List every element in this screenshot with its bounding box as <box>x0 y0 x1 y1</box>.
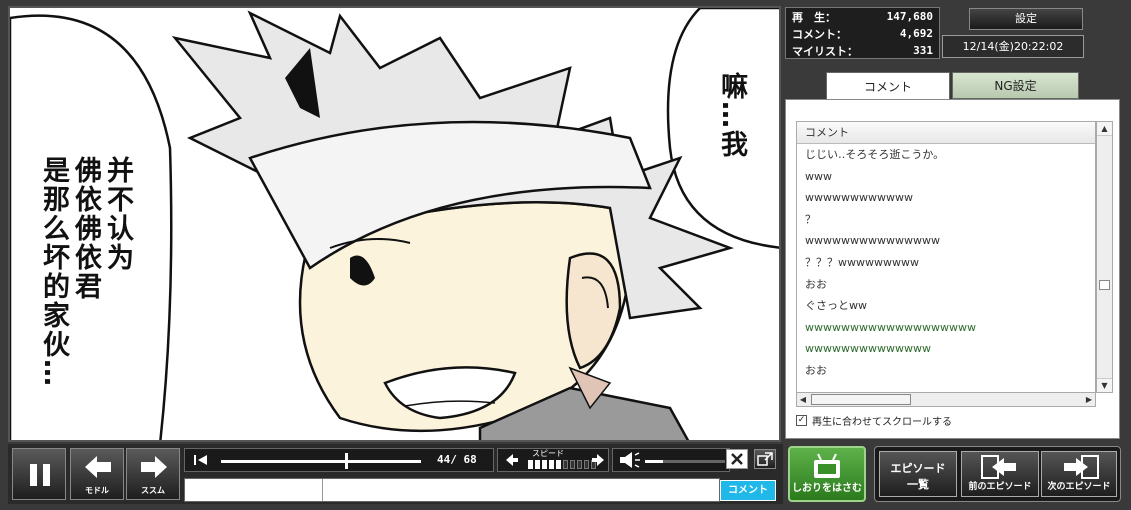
prev-episode-icon <box>981 455 1016 479</box>
comment-row[interactable]: おお <box>797 274 1095 296</box>
stat-play-label: 再 生： <box>792 10 836 24</box>
speed-bar-segment[interactable] <box>570 460 575 469</box>
dialogue-left-col1: 并不认为 <box>102 156 134 272</box>
comment-vertical-scrollbar[interactable]: ▲ ▼ <box>1096 121 1113 393</box>
comment-row[interactable]: おお <box>797 360 1095 382</box>
comment-row[interactable]: wwwwwwwwwwwwww <box>797 338 1095 360</box>
episode-list-label-2: 一覧 <box>907 478 929 491</box>
comment-row[interactable]: www <box>797 166 1095 188</box>
comment-submit-button[interactable]: コメント <box>720 480 776 501</box>
fullscreen-button[interactable] <box>754 449 776 469</box>
datetime-display: 12/14(金)20:22:02 <box>942 35 1084 58</box>
speed-bar-segment[interactable] <box>528 460 533 469</box>
manga-viewer[interactable]: 并不认为 佛依佛依君 是那么坏的家伙… 嘛…我 <box>8 6 781 442</box>
episode-navigation: エピソード 一覧 前のエピソード 次のエピソード <box>874 446 1121 502</box>
volume-fill <box>645 460 663 463</box>
speed-bar-segment[interactable] <box>549 460 554 469</box>
comment-row[interactable]: ？ <box>797 209 1095 231</box>
expand-icon <box>757 452 773 466</box>
view-stats: 再 生： 147,680 コメント： 4,692 マイリスト： 331 <box>785 7 940 59</box>
dialogue-left-col3: 是那么坏的家伙… <box>38 156 70 388</box>
speed-bar-segment[interactable] <box>556 460 561 469</box>
comment-row[interactable]: ？？？wwwwwwwww <box>797 252 1095 274</box>
comment-input[interactable] <box>184 478 720 502</box>
skip-to-start-icon[interactable] <box>189 449 213 471</box>
forward-button[interactable]: ススム <box>126 448 180 500</box>
scroll-sync-option[interactable]: ✓ 再生に合わせてスクロールする <box>796 413 952 428</box>
stat-play: 再 生： 147,680 <box>786 8 939 25</box>
forward-button-label: ススム <box>141 486 165 495</box>
comment-row[interactable]: じじい‥そろそろ逝こうか。 <box>797 144 1095 166</box>
speed-control[interactable]: スピード <box>497 448 609 472</box>
close-icon <box>731 453 743 465</box>
close-comments-button[interactable] <box>726 449 748 469</box>
scroll-down-arrow-icon[interactable]: ▼ <box>1097 378 1112 392</box>
stat-play-value: 147,680 <box>886 10 933 23</box>
stat-mylist-label: マイリスト： <box>792 44 858 58</box>
prev-episode-label: 前のエピソード <box>968 482 1032 492</box>
speed-bar-segment[interactable] <box>535 460 540 469</box>
scroll-left-arrow-icon[interactable]: ◀ <box>797 393 809 406</box>
back-button-label: モドル <box>85 486 109 495</box>
stat-comments-value: 4,692 <box>899 27 933 40</box>
pause-button[interactable] <box>12 448 66 500</box>
tab-ng-settings[interactable]: NG設定 <box>952 72 1079 99</box>
scroll-sync-label: 再生に合わせてスクロールする <box>812 417 952 428</box>
episode-list-label-1: エピソード <box>890 462 946 475</box>
speed-bar-segment[interactable] <box>577 460 582 469</box>
comment-list[interactable]: コメント じじい‥そろそろ逝こうか。 www wwwwwwwwwwww？ wwwwww… <box>796 121 1096 393</box>
back-button[interactable]: モドル <box>70 448 124 500</box>
comment-row[interactable]: wwwwwwwwwwww <box>797 187 1095 209</box>
arrow-left-icon <box>85 456 111 478</box>
comment-row[interactable]: ぐさっとww <box>797 295 1095 317</box>
comment-row[interactable]: wwwwwwwwwwwwwwwwwww <box>797 317 1095 339</box>
speed-label: スピード <box>532 449 564 458</box>
episode-list-button[interactable]: エピソード 一覧 <box>879 451 957 497</box>
scroll-thumb[interactable] <box>1099 280 1110 290</box>
speed-down-arrow-icon[interactable] <box>502 449 522 471</box>
seek-knob[interactable] <box>345 453 348 469</box>
comment-row[interactable]: wwwwwwwwwwwwwww <box>797 230 1095 252</box>
next-episode-icon <box>1064 455 1099 479</box>
next-episode-label: 次のエピソード <box>1047 482 1111 492</box>
player-controls: モドル ススム 44/ 68 スピード コメント <box>8 444 783 504</box>
stat-comments-label: コメント： <box>792 27 847 41</box>
speed-bar-segment[interactable] <box>563 460 568 469</box>
seek-track[interactable] <box>221 460 421 463</box>
seek-bar[interactable]: 44/ 68 <box>184 448 494 472</box>
comment-command-divider <box>322 479 323 501</box>
speed-up-arrow-icon[interactable] <box>588 449 608 471</box>
page-counter: 44/ 68 <box>437 453 477 466</box>
arrow-right-icon <box>141 456 167 478</box>
stat-mylist: マイリスト： 331 <box>786 42 939 59</box>
next-episode-button[interactable]: 次のエピソード <box>1041 451 1117 497</box>
bookmark-button[interactable]: しおりをはさむ <box>788 446 866 502</box>
volume-control[interactable] <box>612 448 730 472</box>
tab-comment[interactable]: コメント <box>826 72 950 100</box>
settings-button[interactable]: 設定 <box>969 8 1083 30</box>
speed-bar-segment[interactable] <box>542 460 547 469</box>
scroll-right-arrow-icon[interactable]: ▶ <box>1083 393 1095 406</box>
bookmark-label: しおりをはさむ <box>792 483 862 494</box>
speaker-icon[interactable] <box>617 449 643 471</box>
hscroll-thumb[interactable] <box>811 394 911 405</box>
prev-episode-button[interactable]: 前のエピソード <box>961 451 1039 497</box>
dialogue-left-col2: 佛依佛依君 <box>70 156 102 301</box>
stat-comments: コメント： 4,692 <box>786 25 939 42</box>
speed-level-bars[interactable] <box>528 460 596 469</box>
stat-mylist-value: 331 <box>913 44 933 57</box>
pause-icon <box>30 464 50 486</box>
comment-list-header[interactable]: コメント <box>797 122 1095 144</box>
scroll-sync-checkbox[interactable]: ✓ <box>796 415 807 426</box>
comment-panel: コメント じじい‥そろそろ逝こうか。 www wwwwwwwwwwww？ wwwwww… <box>785 99 1120 439</box>
dialogue-right: 嘛…我 <box>716 72 748 159</box>
scroll-up-arrow-icon[interactable]: ▲ <box>1097 122 1112 136</box>
comment-horizontal-scrollbar[interactable]: ◀ ▶ <box>796 392 1096 407</box>
